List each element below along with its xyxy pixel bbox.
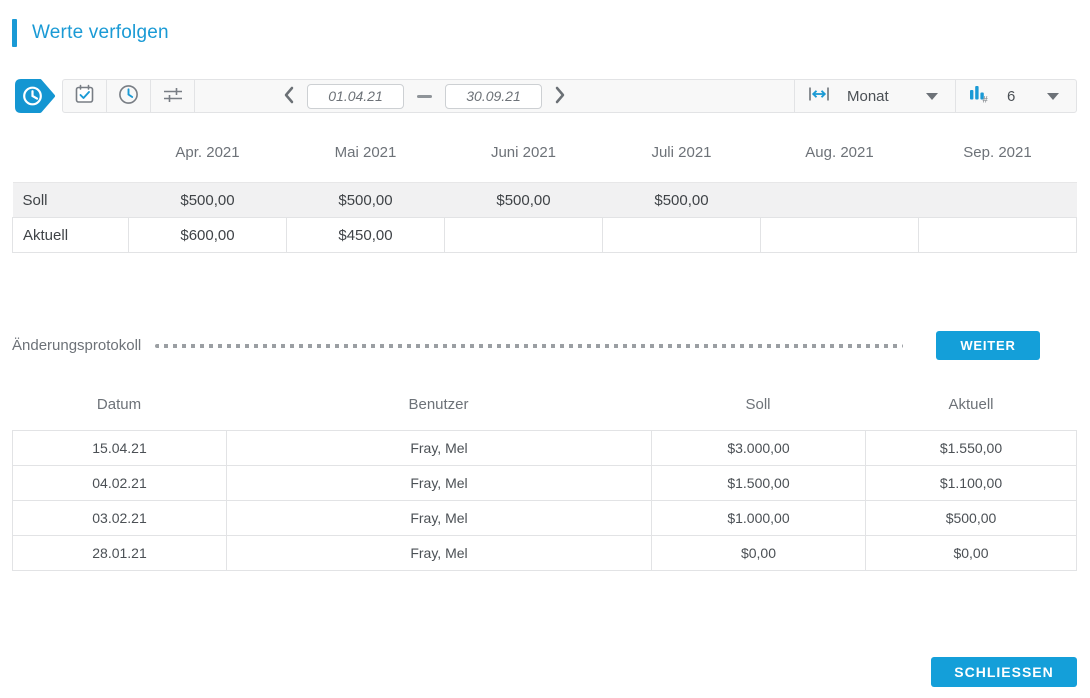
soll-value-cell [919, 183, 1077, 218]
log-benutzer-cell: Fray, Mel [227, 431, 652, 466]
dotted-divider [155, 344, 903, 348]
log-aktuell-cell: $1.100,00 [866, 466, 1077, 501]
soll-value-cell: $500,00 [603, 183, 761, 218]
soll-row-label: Soll [13, 183, 129, 218]
log-datum-cell: 28.01.21 [13, 536, 227, 571]
calendar-check-icon [74, 84, 95, 108]
month-header: Juni 2021 [445, 140, 603, 183]
page-header: Werte verfolgen [12, 18, 1077, 48]
log-soll-cell: $1.500,00 [652, 466, 866, 501]
soll-value-cell: $500,00 [445, 183, 603, 218]
clock-button[interactable] [107, 80, 151, 112]
log-benutzer-cell: Fray, Mel [227, 536, 652, 571]
next-period-button[interactable] [550, 84, 570, 109]
chevron-down-icon [1047, 93, 1059, 100]
soll-value-cell: $500,00 [287, 183, 445, 218]
log-aktuell-cell: $1.550,00 [866, 431, 1077, 466]
month-header: Apr. 2021 [129, 140, 287, 183]
month-header: Mai 2021 [287, 140, 445, 183]
range-icon [808, 86, 830, 107]
column-header-aktuell: Aktuell [865, 396, 1077, 413]
date-to-input[interactable] [445, 84, 542, 109]
log-soll-cell: $1.000,00 [652, 501, 866, 536]
toolbar: Monat # 6 [62, 79, 1077, 113]
clock-icon [118, 84, 139, 108]
soll-value-cell [761, 183, 919, 218]
column-header-datum: Datum [12, 396, 226, 413]
interval-dropdown[interactable]: Monat [794, 80, 955, 112]
log-benutzer-cell: Fray, Mel [227, 501, 652, 536]
weiter-button[interactable]: WEITER [936, 331, 1040, 360]
soll-row: Soll $500,00 $500,00 $500,00 $500,00 [13, 183, 1077, 218]
aktuell-row-label: Aktuell [13, 218, 129, 253]
aktuell-value-cell[interactable]: $450,00 [287, 218, 445, 253]
footer: SCHLIESSEN [12, 657, 1077, 687]
schliessen-button[interactable]: SCHLIESSEN [931, 657, 1077, 687]
count-dropdown[interactable]: # 6 [955, 80, 1076, 112]
log-aktuell-cell: $0,00 [866, 536, 1077, 571]
aktuell-value-cell[interactable] [445, 218, 603, 253]
count-value: 6 [1007, 88, 1015, 105]
column-header-benutzer: Benutzer [226, 396, 651, 413]
changelog-title: Änderungsprotokoll [12, 337, 141, 354]
aktuell-row: Aktuell $600,00 $450,00 [13, 218, 1077, 253]
changelog-table: 15.04.21 Fray, Mel $3.000,00 $1.550,00 0… [12, 430, 1077, 571]
month-header-row: Apr. 2021 Mai 2021 Juni 2021 Juli 2021 A… [13, 140, 1077, 183]
aktuell-value-cell[interactable] [761, 218, 919, 253]
month-header: Aug. 2021 [761, 140, 919, 183]
chevron-left-icon [283, 86, 295, 107]
previous-period-button[interactable] [279, 84, 299, 109]
aktuell-value-cell[interactable]: $600,00 [129, 218, 287, 253]
page-title: Werte verfolgen [32, 22, 169, 44]
table-row: 03.02.21 Fray, Mel $1.000,00 $500,00 [13, 501, 1077, 536]
log-datum-cell: 04.02.21 [13, 466, 227, 501]
log-aktuell-cell: $500,00 [866, 501, 1077, 536]
log-datum-cell: 03.02.21 [13, 501, 227, 536]
werte-verfolgen-panel: Werte verfolgen [0, 0, 1090, 687]
clock-badge-icon[interactable] [12, 78, 57, 114]
date-range-nav [279, 84, 570, 109]
month-header: Sep. 2021 [919, 140, 1077, 183]
calendar-check-button[interactable] [63, 80, 107, 112]
toolbar-row: Monat # 6 [12, 78, 1077, 114]
month-header: Juli 2021 [603, 140, 761, 183]
svg-text:#: # [983, 95, 989, 104]
log-benutzer-cell: Fray, Mel [227, 466, 652, 501]
sliders-button[interactable] [151, 80, 195, 112]
column-header-soll: Soll [651, 396, 865, 413]
date-range-dash [417, 95, 432, 98]
table-row: 15.04.21 Fray, Mel $3.000,00 $1.550,00 [13, 431, 1077, 466]
row-label-header [13, 140, 129, 183]
bar-count-icon: # [969, 84, 990, 108]
log-datum-cell: 15.04.21 [13, 431, 227, 466]
chevron-right-icon [554, 86, 566, 107]
chevron-down-icon [926, 93, 938, 100]
changelog-header: Änderungsprotokoll WEITER [12, 331, 1077, 360]
sliders-icon [162, 86, 184, 107]
aktuell-value-cell[interactable] [603, 218, 761, 253]
interval-value: Monat [847, 88, 889, 105]
title-accent-bar [12, 19, 17, 47]
soll-value-cell: $500,00 [129, 183, 287, 218]
changelog-column-headers: Datum Benutzer Soll Aktuell [12, 396, 1077, 413]
table-row: 28.01.21 Fray, Mel $0,00 $0,00 [13, 536, 1077, 571]
toolbar-dropdowns: Monat # 6 [794, 80, 1076, 112]
date-from-input[interactable] [307, 84, 404, 109]
aktuell-value-cell[interactable] [919, 218, 1077, 253]
table-row: 04.02.21 Fray, Mel $1.500,00 $1.100,00 [13, 466, 1077, 501]
log-soll-cell: $3.000,00 [652, 431, 866, 466]
values-table: Apr. 2021 Mai 2021 Juni 2021 Juli 2021 A… [12, 140, 1077, 253]
log-soll-cell: $0,00 [652, 536, 866, 571]
